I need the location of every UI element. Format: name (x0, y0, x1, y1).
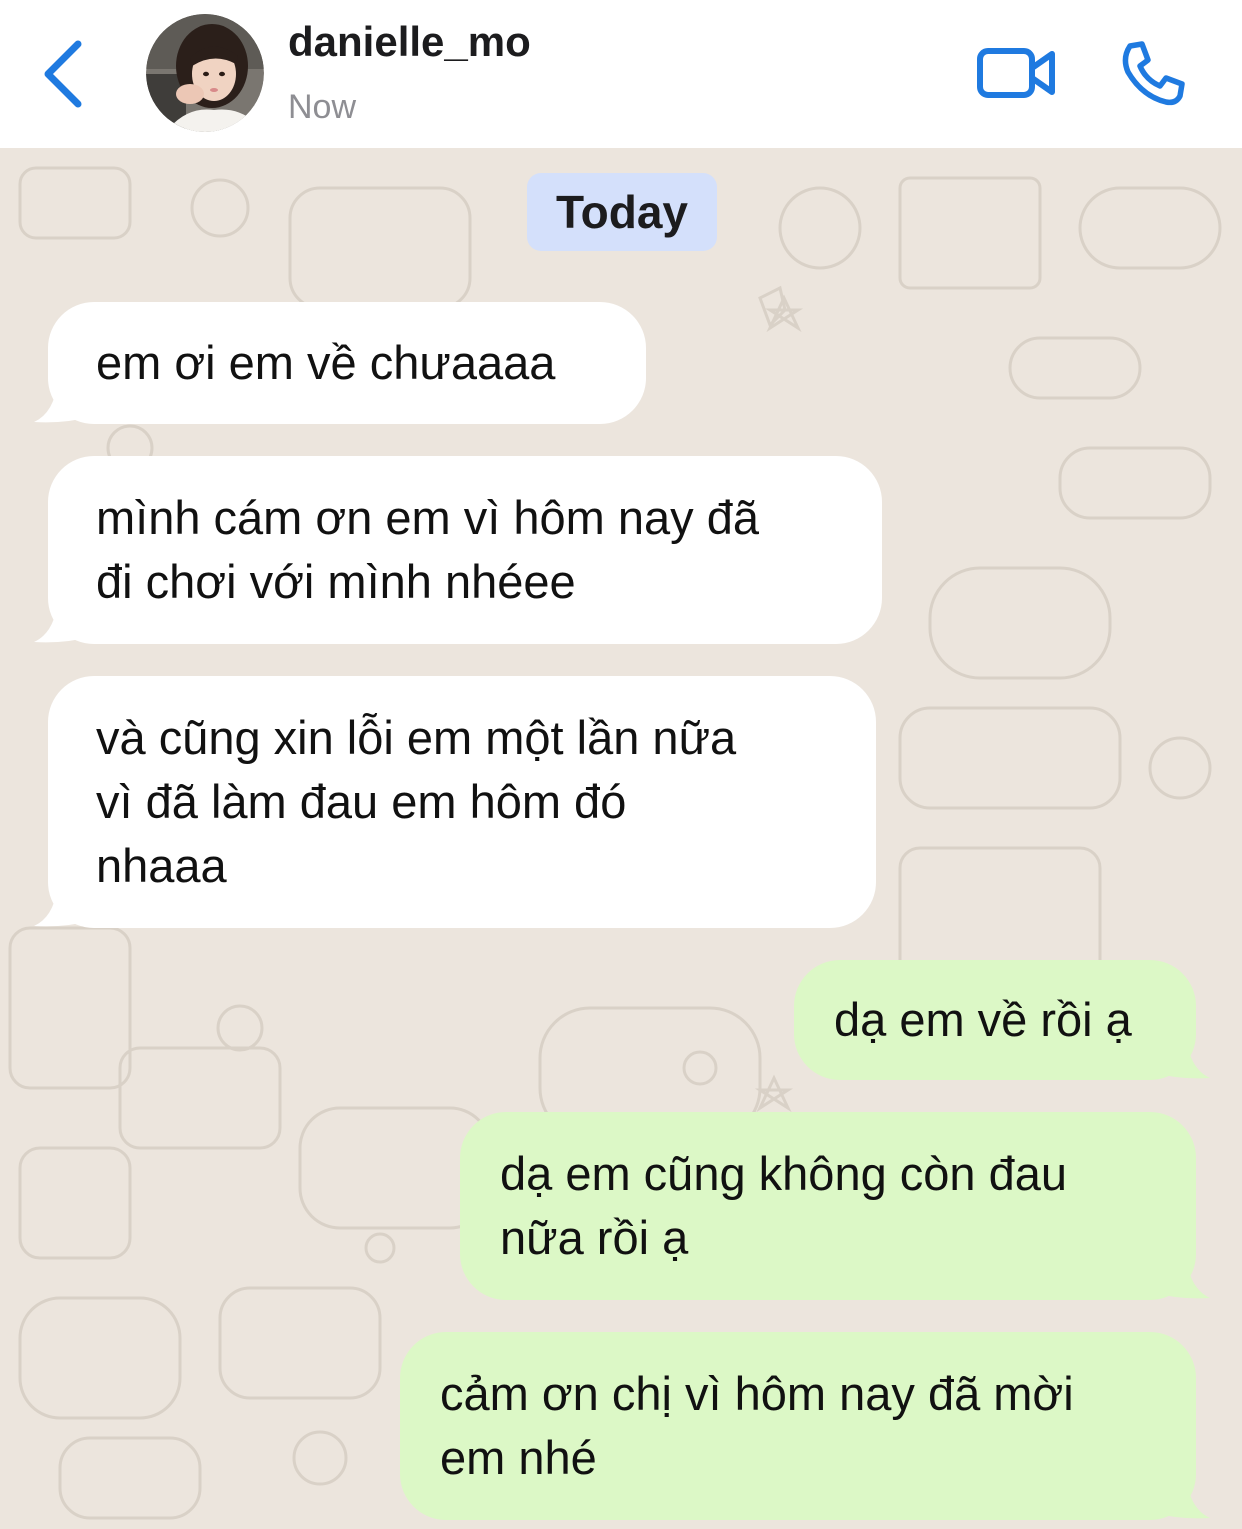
message-bubble-outgoing[interactable]: dạ em về rồi ạ (794, 960, 1210, 1080)
message-bubble-incoming[interactable]: em ơi em về chưaaaa (34, 302, 646, 424)
bubble-tail (1150, 1472, 1210, 1519)
contact-name: danielle_mo (288, 18, 531, 65)
message-text: dạ em cũng không còn đau nữa rồi ạ (500, 1147, 1068, 1264)
voice-call-button[interactable] (1116, 38, 1188, 110)
message-bubble-incoming[interactable]: và cũng xin lỗi em một lần nữa vì đã làm… (34, 676, 876, 928)
video-camera-icon (977, 48, 1055, 98)
video-call-button[interactable] (972, 40, 1062, 106)
back-button[interactable] (36, 36, 92, 112)
chat-header: danielle_mo Now (0, 0, 1242, 148)
message-bubble-outgoing[interactable]: dạ em cũng không còn đau nữa rồi ạ (460, 1112, 1210, 1300)
message-bubble-incoming[interactable]: mình cám ơn em vì hôm nay đã đi chơi với… (34, 456, 882, 644)
date-divider: Today (527, 173, 717, 251)
bubble-tail (34, 880, 94, 927)
message-list[interactable]: Today em ơi em về chưaaaa mình cám ơn em… (0, 148, 1242, 1529)
message-text: em ơi em về chưaaaa (96, 336, 556, 389)
bubble-tail (34, 596, 94, 643)
message-text: mình cám ơn em vì hôm nay đã đi chơi với… (96, 491, 759, 608)
phone-icon (1122, 41, 1185, 106)
chevron-left-icon (44, 40, 82, 108)
profile-photo (146, 14, 264, 132)
message-text: dạ em về rồi ạ (834, 993, 1132, 1046)
message-text: và cũng xin lỗi em một lần nữa vì đã làm… (96, 711, 737, 892)
message-bubble-outgoing[interactable]: cảm ơn chị vì hôm nay đã mời em nhé (400, 1332, 1210, 1520)
avatar[interactable] (146, 14, 264, 132)
message-text: cảm ơn chị vì hôm nay đã mời em nhé (440, 1367, 1074, 1484)
contact-status: Now (288, 88, 357, 126)
bubble-tail (1150, 1032, 1210, 1079)
bubble-tail (1150, 1252, 1210, 1299)
bubble-tail (34, 376, 94, 423)
